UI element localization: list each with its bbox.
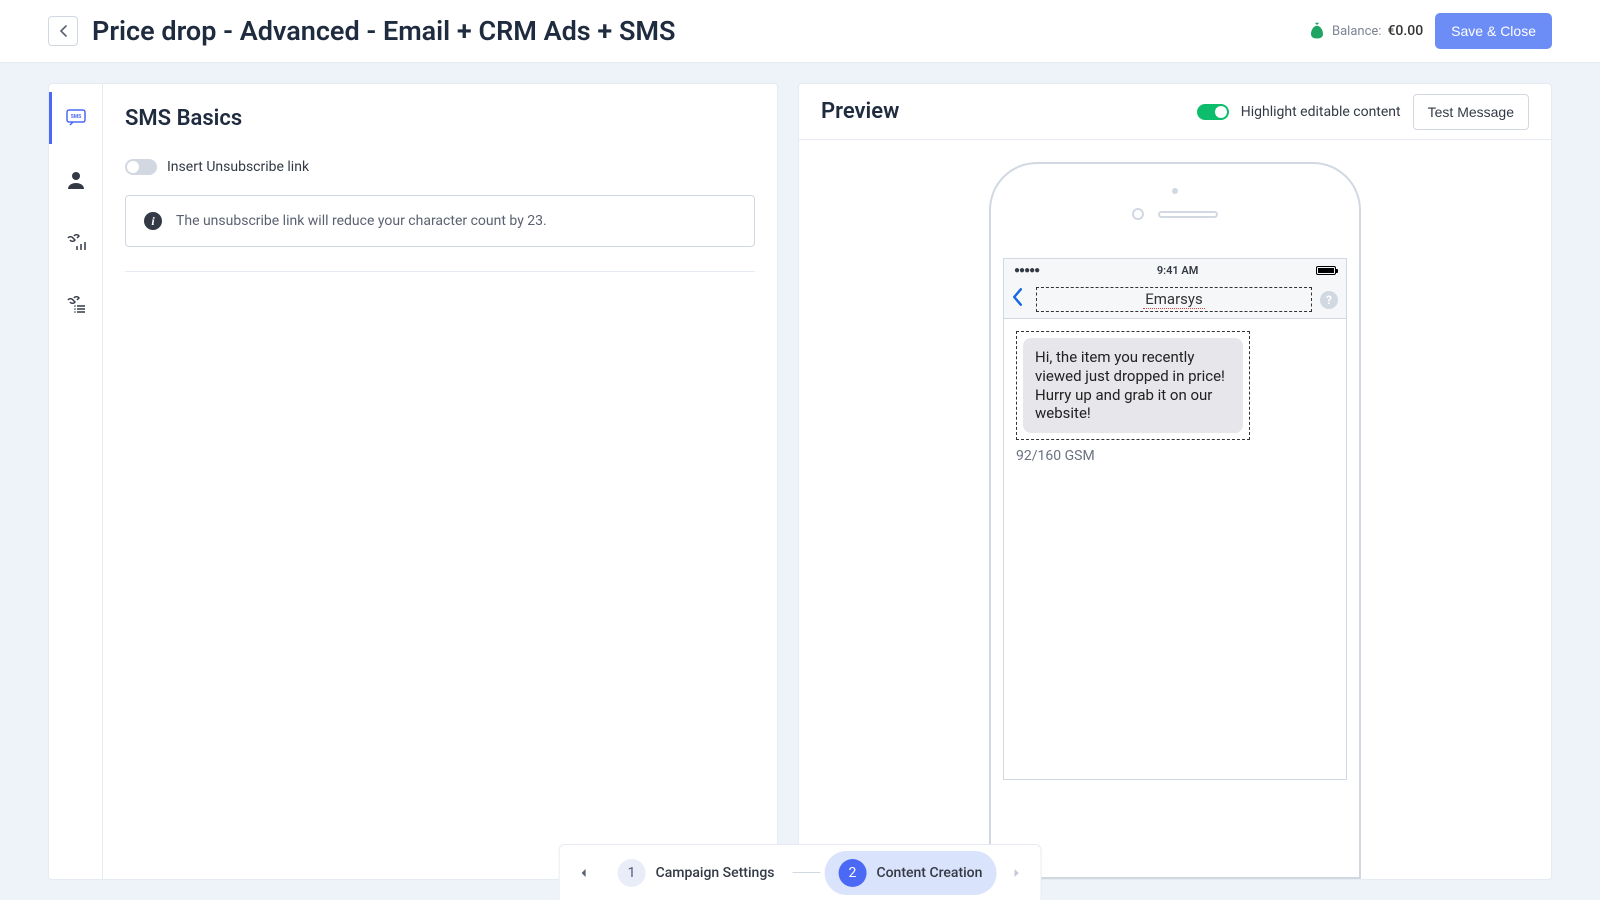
phone-camera-dot bbox=[1172, 188, 1178, 194]
unsubscribe-toggle-label: Insert Unsubscribe link bbox=[167, 159, 309, 175]
step-connector bbox=[792, 872, 820, 873]
phone-speaker bbox=[1158, 211, 1218, 218]
step-prev-button[interactable] bbox=[568, 853, 600, 893]
info-icon: i bbox=[144, 212, 162, 230]
sender-name-editable[interactable]: Emarsys bbox=[1036, 287, 1312, 312]
preview-title: Preview bbox=[821, 99, 1185, 124]
audience-tab[interactable] bbox=[49, 160, 103, 200]
link-chart-icon bbox=[65, 232, 87, 252]
settings-panel: SMS SMS Basics Insert Unsubscribe link i… bbox=[48, 83, 778, 880]
settings-vertical-tabs: SMS bbox=[49, 84, 103, 879]
link-list-icon bbox=[65, 294, 87, 314]
page-title: Price drop - Advanced - Email + CRM Ads … bbox=[92, 15, 1308, 47]
back-button[interactable] bbox=[48, 16, 78, 46]
link-analytics-tab[interactable] bbox=[49, 222, 103, 262]
balance-display: Balance: €0.00 bbox=[1308, 22, 1423, 40]
sms-basics-title: SMS Basics bbox=[125, 106, 755, 131]
unsubscribe-toggle-row: Insert Unsubscribe link bbox=[125, 159, 755, 175]
signal-dots: ●●●●● bbox=[1014, 265, 1039, 276]
balance-label: Balance: bbox=[1332, 24, 1381, 39]
save-close-button[interactable]: Save & Close bbox=[1435, 13, 1552, 49]
info-box: i The unsubscribe link will reduce your … bbox=[125, 195, 755, 247]
page-header: Price drop - Advanced - Email + CRM Ads … bbox=[0, 0, 1600, 63]
sms-icon: SMS bbox=[66, 109, 86, 127]
unsubscribe-toggle[interactable] bbox=[125, 159, 157, 175]
battery-icon bbox=[1316, 266, 1336, 275]
step-label: Content Creation bbox=[876, 865, 982, 881]
step-campaign-settings[interactable]: 1 Campaign Settings bbox=[604, 851, 789, 895]
phone-sensor-dot bbox=[1132, 208, 1144, 220]
character-count: 92/160 GSM bbox=[1016, 448, 1334, 464]
phone-back-chevron[interactable] bbox=[1012, 287, 1028, 313]
highlight-toggle[interactable] bbox=[1197, 104, 1229, 120]
step-navigator: 1 Campaign Settings 2 Content Creation bbox=[559, 844, 1042, 900]
chevron-left-icon bbox=[59, 25, 67, 37]
message-editable-area[interactable]: Hi, the item you recently viewed just dr… bbox=[1016, 331, 1250, 440]
phone-mockup: ●●●●● 9:41 AM Emarsys ? bbox=[989, 162, 1361, 879]
preview-panel: Preview Highlight editable content Test … bbox=[798, 83, 1552, 880]
step-number: 2 bbox=[838, 859, 866, 887]
step-label: Campaign Settings bbox=[656, 865, 775, 881]
info-text: The unsubscribe link will reduce your ch… bbox=[176, 213, 547, 229]
person-icon bbox=[66, 171, 86, 189]
step-number: 1 bbox=[618, 859, 646, 887]
sms-basics-tab[interactable]: SMS bbox=[49, 98, 103, 138]
step-next-button[interactable] bbox=[1000, 853, 1032, 893]
step-content-creation[interactable]: 2 Content Creation bbox=[824, 851, 996, 895]
svg-text:SMS: SMS bbox=[70, 114, 81, 120]
balance-amount: €0.00 bbox=[1387, 23, 1423, 39]
message-bubble: Hi, the item you recently viewed just dr… bbox=[1023, 338, 1243, 433]
phone-time: 9:41 AM bbox=[1157, 264, 1199, 277]
help-icon[interactable]: ? bbox=[1320, 291, 1338, 309]
divider bbox=[125, 271, 755, 272]
highlight-toggle-label: Highlight editable content bbox=[1241, 104, 1401, 120]
money-bag-icon bbox=[1308, 22, 1326, 40]
link-list-tab[interactable] bbox=[49, 284, 103, 324]
phone-status-bar: ●●●●● 9:41 AM bbox=[1004, 259, 1346, 281]
test-message-button[interactable]: Test Message bbox=[1413, 94, 1529, 130]
